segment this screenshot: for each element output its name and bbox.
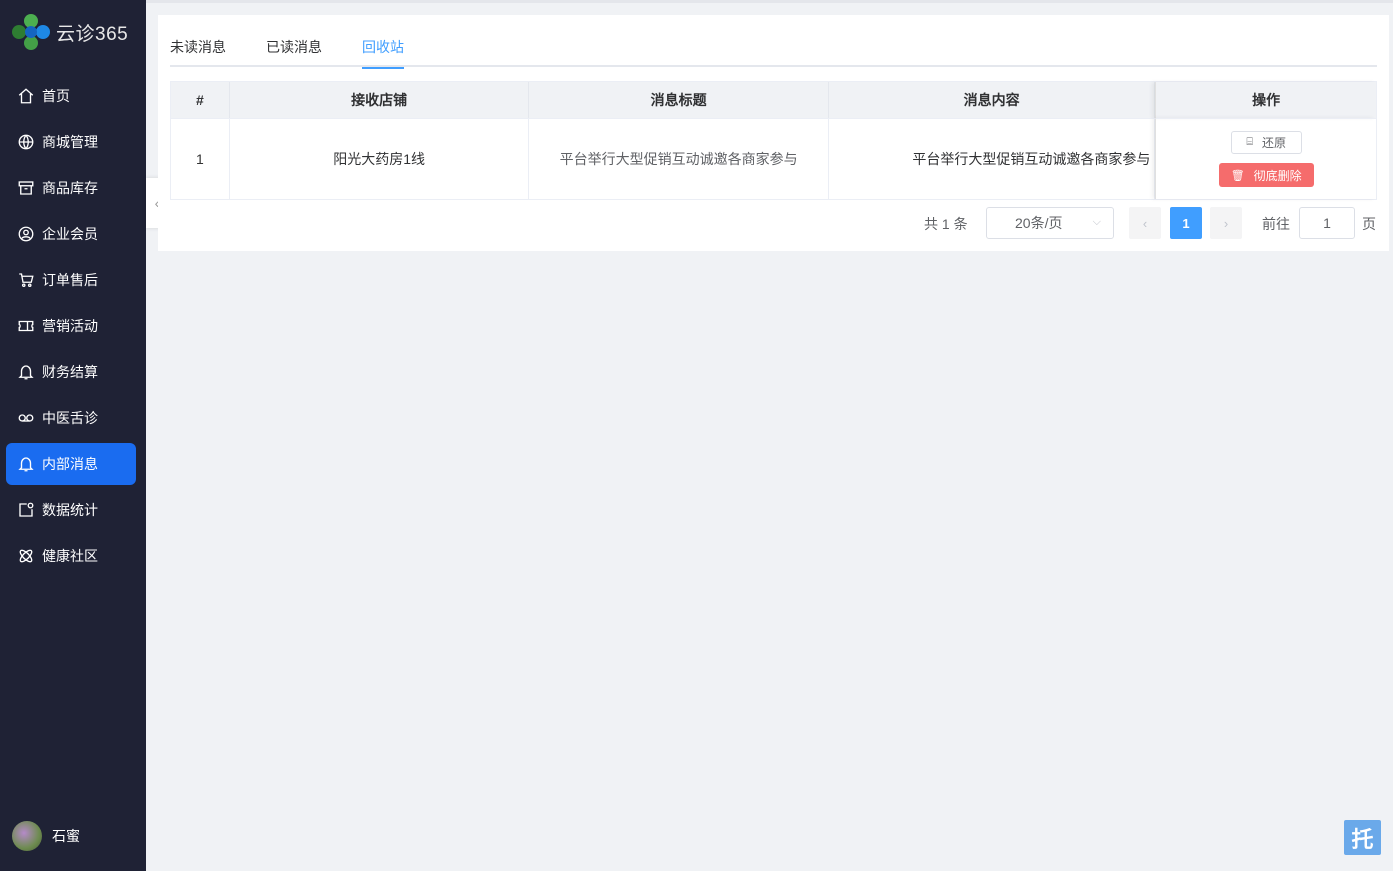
cell-store: 阳光大药房1线: [229, 118, 530, 199]
permanent-delete-button[interactable]: 🗑︎ 彻底删除: [1218, 163, 1314, 187]
user-name: 石蜜: [52, 828, 80, 844]
messages-table: # 接收店铺 消息标题 消息内容 操作 1 阳光大药房1线 平台举行大型促销互动…: [170, 81, 1377, 200]
chevron-down-icon: ⌵: [1092, 216, 1101, 228]
avatar: [12, 821, 42, 851]
sidebar-item-label: 首页: [42, 88, 70, 104]
cell-actions: ⌸ 还原 🗑︎ 彻底删除: [1155, 118, 1376, 199]
message-tabs: 未读消息 已读消息 回收站: [170, 15, 1377, 69]
main-card: 未读消息 已读消息 回收站 # 接收店铺 消息标题 消息内容 操作 1 阳光大药…: [158, 15, 1389, 251]
sidebar-nav: 首页 商城管理 商品库存 企业会员 订单售后 营销活动 财务结算 中医舌诊 内部…: [6, 75, 136, 581]
goto-page-input[interactable]: 1: [1299, 207, 1355, 239]
prev-page-button[interactable]: ‹: [1129, 207, 1161, 239]
page-size-select[interactable]: 20条/页 ⌵: [986, 207, 1114, 239]
voicemail-icon: [17, 409, 35, 427]
sidebar-item-label: 数据统计: [42, 502, 98, 518]
trash-icon: 🗑︎: [1230, 169, 1245, 182]
sidebar-item-label: 内部消息: [42, 456, 98, 472]
sidebar-item-community[interactable]: 健康社区: [6, 535, 136, 577]
bell-icon: [17, 455, 35, 473]
page-size-value: 20条/页: [1015, 215, 1063, 231]
sidebar-item-label: 商城管理: [42, 134, 98, 150]
sidebar-item-label: 商品库存: [42, 180, 98, 196]
sidebar-item-label: 健康社区: [42, 548, 98, 564]
table-header: # 接收店铺 消息标题 消息内容 操作: [171, 82, 1376, 118]
column-header-title: 消息标题: [529, 82, 829, 118]
sidebar-item-tongue-diagnosis[interactable]: 中医舌诊: [6, 397, 136, 439]
sidebar-item-inventory[interactable]: 商品库存: [6, 167, 136, 209]
user-profile[interactable]: 石蜜: [12, 821, 80, 851]
sidebar-item-label: 中医舌诊: [42, 410, 98, 426]
chevron-right-icon: ›: [1223, 215, 1229, 231]
restore-icon: ⌸: [1246, 136, 1253, 148]
logo-icon: [12, 14, 50, 50]
notification-icon: [17, 501, 35, 519]
cart-icon: [17, 271, 35, 289]
sidebar-item-messages[interactable]: 内部消息: [6, 443, 136, 485]
logo-text: 云诊365: [56, 23, 129, 45]
column-header-index: #: [171, 82, 230, 118]
floating-action-button[interactable]: 托: [1344, 820, 1381, 855]
tab-recycle-bin[interactable]: 回收站: [362, 15, 404, 69]
bell-icon: [17, 363, 35, 381]
top-border: [146, 0, 1393, 3]
next-page-button[interactable]: ›: [1210, 207, 1242, 239]
column-header-content: 消息内容: [829, 82, 1156, 118]
sidebar-item-mall[interactable]: 商城管理: [6, 121, 136, 163]
tab-unread[interactable]: 未读消息: [170, 15, 226, 67]
sidebar-item-label: 财务结算: [42, 364, 98, 380]
archive-icon: [17, 179, 35, 197]
page-number-button[interactable]: 1: [1170, 207, 1202, 239]
sidebar-item-statistics[interactable]: 数据统计: [6, 489, 136, 531]
restore-button[interactable]: ⌸ 还原: [1230, 131, 1302, 154]
sidebar-item-label: 订单售后: [42, 272, 98, 288]
column-header-store: 接收店铺: [230, 82, 530, 118]
delete-label: 彻底删除: [1253, 168, 1302, 183]
cell-content: 平台举行大型促销互动诚邀各商家参与: [828, 118, 1156, 199]
sidebar-item-home[interactable]: 首页: [6, 75, 136, 117]
pagination-total: 共 1 条: [924, 216, 968, 232]
globe-icon: [17, 133, 35, 151]
page-suffix: 页: [1362, 216, 1376, 232]
sidebar-item-members[interactable]: 企业会员: [6, 213, 136, 255]
cell-title: 平台举行大型促销互动诚邀各商家参与: [529, 118, 829, 199]
restore-label: 还原: [1261, 136, 1286, 150]
sidebar-item-label: 企业会员: [42, 226, 98, 242]
cell-index: 1: [171, 118, 230, 199]
sidebar-item-finance[interactable]: 财务结算: [6, 351, 136, 393]
ticket-icon: [17, 317, 35, 335]
column-header-actions: 操作: [1155, 82, 1376, 118]
sidebar-item-orders[interactable]: 订单售后: [6, 259, 136, 301]
tab-read[interactable]: 已读消息: [266, 15, 322, 67]
logo: 云诊365: [12, 14, 128, 50]
table-row: 1 阳光大药房1线 平台举行大型促销互动诚邀各商家参与 平台举行大型促销互动诚邀…: [171, 118, 1376, 199]
sidebar: 云诊365 首页 商城管理 商品库存 企业会员 订单售后 营销活动 财务结算 中…: [0, 0, 146, 871]
atom-icon: [17, 547, 35, 565]
sidebar-item-marketing[interactable]: 营销活动: [6, 305, 136, 347]
pagination: 共 1 条 20条/页 ⌵ ‹ 1 › 前往 1 页: [158, 207, 1389, 239]
user-circle-icon: [17, 225, 35, 243]
sidebar-item-label: 营销活动: [42, 318, 98, 334]
goto-label: 前往: [1262, 216, 1290, 232]
home-icon: [17, 87, 35, 105]
chevron-left-icon: ‹: [1142, 215, 1148, 231]
